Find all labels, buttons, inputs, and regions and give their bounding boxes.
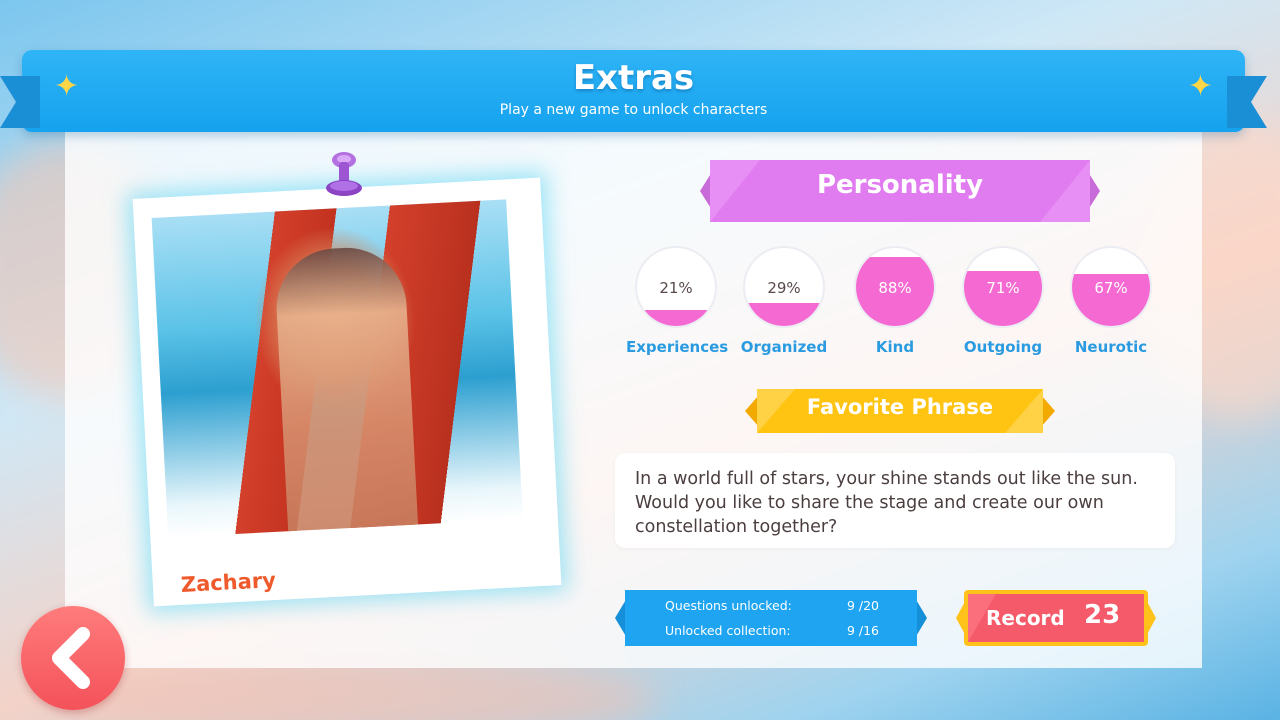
character-name: Zachary — [180, 568, 277, 597]
personality-title: Personality — [816, 170, 984, 200]
trait-neurotic: 67% Neurotic — [1061, 246, 1161, 356]
character-polaroid: Zachary — [132, 177, 562, 607]
trait-label: Neurotic — [1074, 338, 1148, 356]
trait-gauge: 71% — [962, 246, 1044, 328]
questions-unlocked-value: 9 /20 — [846, 598, 880, 613]
record-value: 23 — [1084, 600, 1121, 630]
background-blob — [60, 660, 660, 720]
chevron-left-icon — [52, 627, 90, 689]
trait-label: Experiences — [626, 338, 729, 356]
record-badge: Record 23 — [956, 590, 1156, 646]
trait-gauge: 21% — [635, 246, 717, 328]
trait-kind: 88% Kind — [845, 246, 945, 356]
trait-label: Organized — [740, 338, 828, 356]
pushpin-icon — [326, 152, 362, 196]
sparkle-icon: ✦ — [1187, 69, 1213, 104]
trait-gauge: 29% — [743, 246, 825, 328]
unlock-counts: Questions unlocked: 9 /20 Unlocked colle… — [615, 590, 927, 646]
unlocked-collection-value: 9 /16 — [846, 623, 880, 638]
trait-label: Outgoing — [963, 338, 1043, 356]
trait-gauge: 88% — [854, 246, 936, 328]
character-portrait — [151, 199, 523, 538]
trait-outgoing: 71% Outgoing — [953, 246, 1053, 356]
record-label: Record — [986, 606, 1065, 630]
trait-gauge: 67% — [1070, 246, 1152, 328]
favorite-phrase-text: In a world full of stars, your shine sta… — [615, 453, 1175, 548]
personality-banner: Personality — [700, 160, 1100, 222]
trait-experiences: 21% Experiences — [626, 246, 729, 356]
favorite-phrase-title: Favorite Phrase — [806, 395, 994, 419]
unlocked-collection-label: Unlocked collection: — [665, 623, 791, 638]
page-subtitle: Play a new game to unlock characters — [499, 102, 768, 118]
back-button[interactable] — [21, 606, 125, 710]
trait-label: Kind — [875, 338, 915, 356]
header-banner: ✦ Extras Play a new game to unlock chara… — [22, 50, 1245, 132]
favorite-phrase-banner: Favorite Phrase — [745, 389, 1055, 433]
questions-unlocked-label: Questions unlocked: — [665, 598, 792, 613]
trait-organized: 29% Organized — [734, 246, 834, 356]
page-title: Extras — [572, 58, 695, 98]
